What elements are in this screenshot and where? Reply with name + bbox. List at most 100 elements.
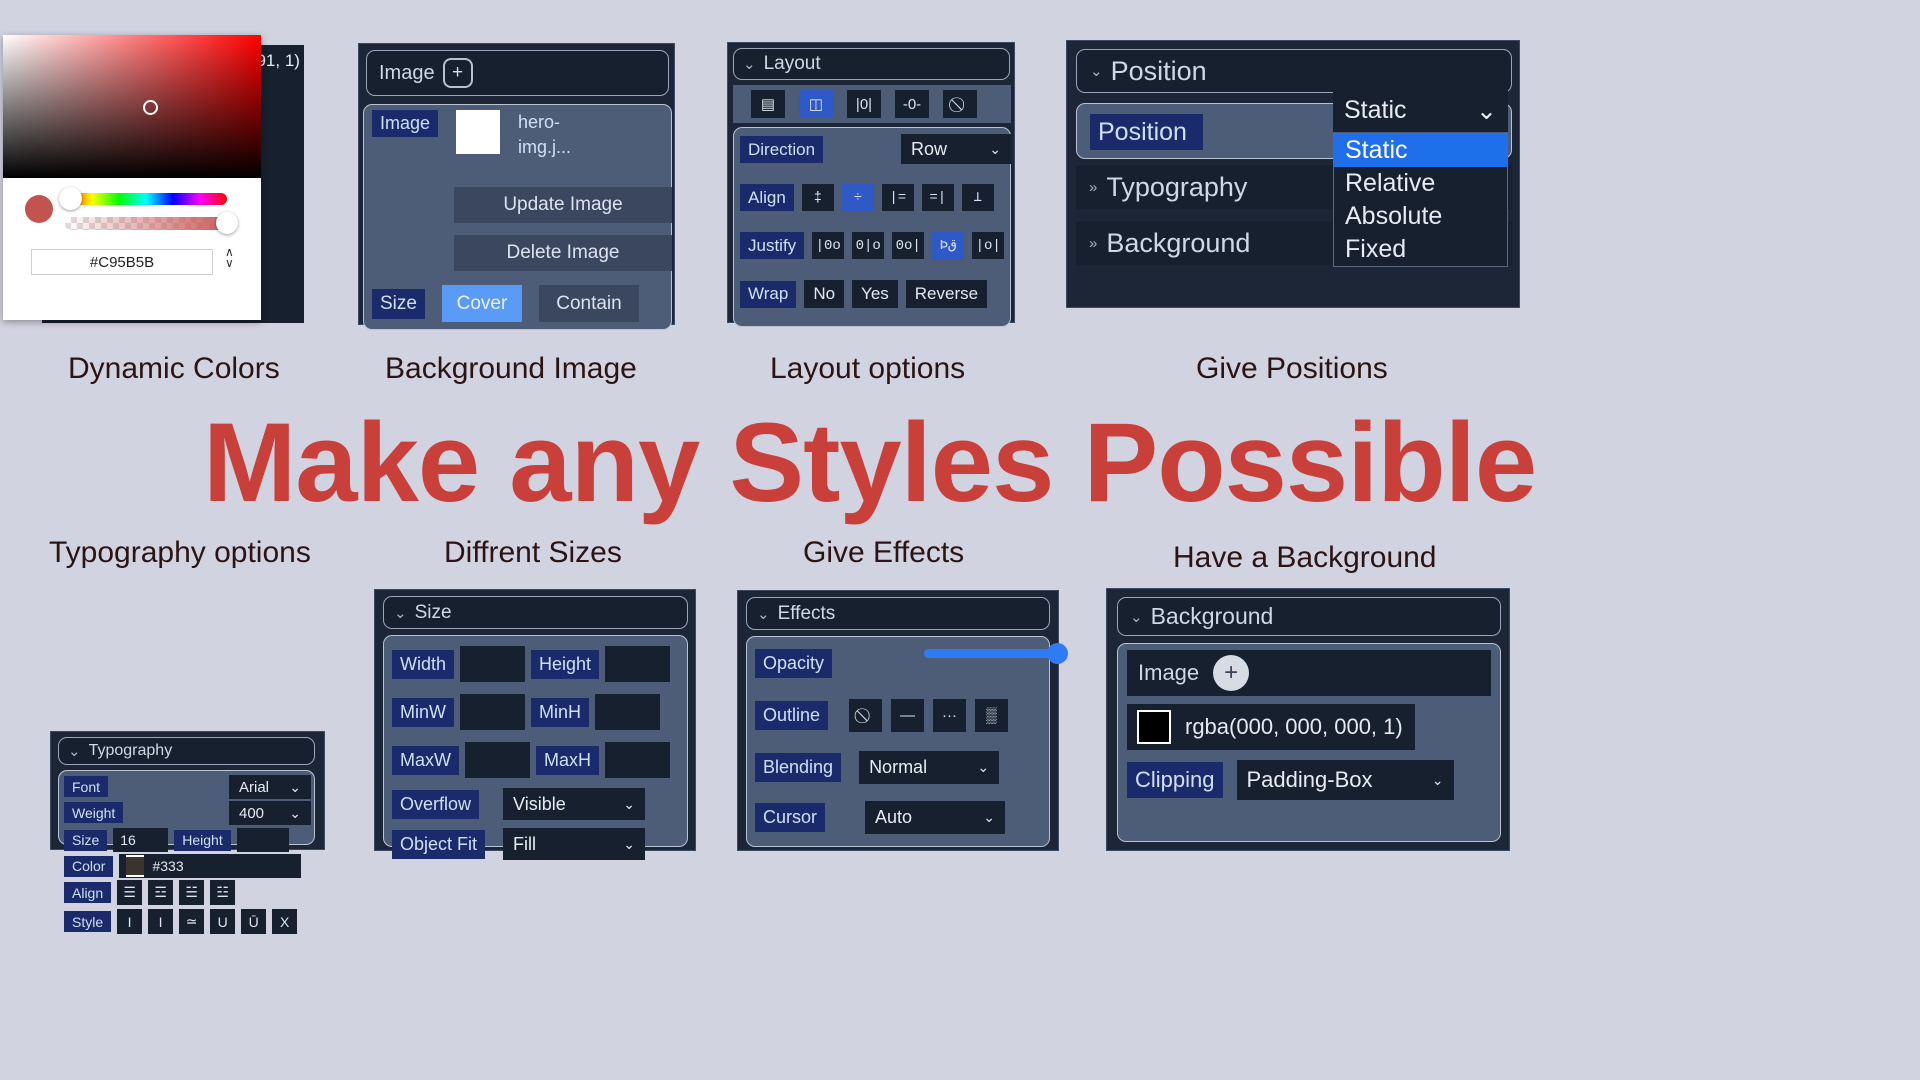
bold-icon[interactable]: I xyxy=(117,909,143,934)
blending-value: Normal xyxy=(869,757,928,777)
width-input[interactable] xyxy=(460,646,526,682)
display-inline-flex-icon[interactable]: |0| xyxy=(847,90,881,118)
saturation-value-handle[interactable] xyxy=(143,100,158,115)
hue-slider-handle[interactable] xyxy=(59,187,82,210)
typography-size-input[interactable]: 16 xyxy=(113,828,169,852)
align-row: Align ‡ ÷ |= =| ⊥ xyxy=(740,184,994,211)
justify-end-icon[interactable]: 0o| xyxy=(892,232,925,259)
maxw-input[interactable] xyxy=(465,742,530,778)
height-input[interactable] xyxy=(605,646,671,682)
background-panel-body: Image + rgba(000, 000, 000, 1) Clipping … xyxy=(1117,643,1501,842)
size-height-row: Size 16 Height xyxy=(64,828,289,852)
outline-dotted-icon[interactable]: ▒ xyxy=(975,699,1009,732)
italic-icon[interactable]: Ι xyxy=(148,909,174,934)
update-image-button[interactable]: Update Image xyxy=(454,187,672,223)
background-color-row[interactable]: rgba(000, 000, 000, 1) xyxy=(1127,704,1415,750)
position-option-static[interactable]: Static xyxy=(1334,134,1507,167)
clear-style-icon[interactable]: X xyxy=(272,909,298,934)
background-panel-header[interactable]: ⌄ Background xyxy=(1117,597,1501,636)
minw-input[interactable] xyxy=(460,694,525,730)
caption-have-a-background: Have a Background xyxy=(1173,541,1437,574)
layout-panel-header[interactable]: ⌄ Layout xyxy=(733,48,1010,80)
hue-slider[interactable] xyxy=(65,193,227,205)
position-option-relative[interactable]: Relative xyxy=(1334,167,1507,200)
strikethrough-icon[interactable]: ≃ xyxy=(179,909,205,934)
chevron-down-icon: ⌄ xyxy=(1476,96,1497,125)
justify-start-icon[interactable]: |0o xyxy=(812,232,845,259)
outline-style-group: ⃠ — ··· ▒ xyxy=(849,699,1009,732)
position-dropdown-list[interactable]: Static Relative Absolute Fixed xyxy=(1333,133,1508,267)
typography-panel: ⌄ Typography Font Arial ⌄ Weight 400 ⌄ S… xyxy=(50,731,325,934)
justify-space-between-icon[interactable]: Þق xyxy=(932,232,965,259)
outline-none-icon[interactable]: ⃠ xyxy=(849,699,883,732)
position-select[interactable]: Static ⌄ xyxy=(1333,89,1508,132)
line-height-input[interactable] xyxy=(236,828,289,852)
overflow-value: Visible xyxy=(513,793,566,814)
color-preview-dot xyxy=(25,195,53,223)
clipping-select[interactable]: Padding-Box ⌄ xyxy=(1236,760,1454,800)
alpha-slider[interactable] xyxy=(65,217,230,230)
chevron-down-icon: ⌄ xyxy=(289,804,301,821)
stepper-down-icon[interactable]: ∨ xyxy=(225,257,234,269)
add-background-image-icon[interactable]: + xyxy=(1213,655,1250,691)
outline-dashed-icon[interactable]: ··· xyxy=(933,699,967,732)
justify-center-icon[interactable]: 0|o xyxy=(852,232,885,259)
image-panel-title: Image xyxy=(379,61,435,84)
position-option-absolute[interactable]: Absolute xyxy=(1334,200,1507,233)
align-right-icon[interactable]: ☱ xyxy=(179,880,205,905)
font-select[interactable]: Arial ⌄ xyxy=(229,775,311,799)
position-panel-header[interactable]: ⌄ Position xyxy=(1076,49,1512,93)
cursor-select[interactable]: Auto ⌄ xyxy=(865,801,1006,834)
saturation-value-area[interactable] xyxy=(3,35,261,178)
weight-select[interactable]: 400 ⌄ xyxy=(229,801,311,825)
align-center-icon[interactable]: ☲ xyxy=(148,880,174,905)
delete-image-button[interactable]: Delete Image xyxy=(454,235,672,271)
align-left-icon[interactable]: ☰ xyxy=(117,880,143,905)
image-thumbnail[interactable] xyxy=(456,110,501,154)
maxh-input[interactable] xyxy=(605,742,671,778)
underline-icon[interactable]: U xyxy=(210,909,236,934)
caption-give-positions: Give Positions xyxy=(1196,352,1388,385)
color-picker-popover[interactable]: #C95B5B ∧ ∨ xyxy=(3,35,261,320)
align-start-icon[interactable]: |= xyxy=(881,184,914,211)
outline-solid-icon[interactable]: — xyxy=(891,699,925,732)
size-contain-button[interactable]: Contain xyxy=(538,285,639,322)
add-image-icon[interactable]: + xyxy=(442,58,473,88)
chevron-down-icon: ⌄ xyxy=(983,809,996,825)
display-inline-icon[interactable]: -0- xyxy=(895,90,929,118)
wrap-reverse-button[interactable]: Reverse xyxy=(905,280,988,308)
effects-panel-header[interactable]: ⌄ Effects xyxy=(746,597,1050,630)
display-none-icon[interactable]: ⃠ xyxy=(943,90,977,118)
image-panel-header[interactable]: Image + xyxy=(366,50,669,96)
justify-space-around-icon[interactable]: |o| xyxy=(972,232,1005,259)
align-end-icon[interactable]: =| xyxy=(921,184,954,211)
hex-stepper[interactable]: ∧ ∨ xyxy=(225,246,234,269)
text-color-field[interactable]: #333 xyxy=(119,854,302,878)
align-baseline-icon[interactable]: ⊥ xyxy=(961,184,994,211)
align-justify-icon[interactable]: ☳ xyxy=(210,880,236,905)
clipping-label: Clipping xyxy=(1127,762,1223,798)
text-color-swatch[interactable] xyxy=(126,855,145,877)
wrap-yes-button[interactable]: Yes xyxy=(852,280,898,308)
align-center-icon[interactable]: ÷ xyxy=(841,184,874,211)
display-block-icon[interactable]: ▤ xyxy=(751,90,785,118)
direction-select[interactable]: Row ⌄ xyxy=(901,134,1011,164)
image-file-row: Image hero-img.j... xyxy=(372,110,606,160)
wrap-no-button[interactable]: No xyxy=(804,280,845,308)
size-cover-button[interactable]: Cover xyxy=(441,285,522,322)
typography-panel-header[interactable]: ⌄ Typography xyxy=(58,737,315,765)
object-fit-select[interactable]: Fill ⌄ xyxy=(503,828,646,860)
alpha-slider-handle[interactable] xyxy=(216,212,238,234)
size-panel-header[interactable]: ⌄ Size xyxy=(383,596,688,629)
position-option-fixed[interactable]: Fixed xyxy=(1334,233,1507,266)
background-color-swatch[interactable] xyxy=(1137,710,1171,744)
display-flex-icon[interactable]: ◫ xyxy=(799,90,833,118)
blending-select[interactable]: Normal ⌄ xyxy=(859,751,1000,784)
align-stretch-icon[interactable]: ‡ xyxy=(801,184,834,211)
minh-input[interactable] xyxy=(595,694,661,730)
overline-icon[interactable]: Ū xyxy=(241,909,267,934)
hex-input[interactable]: #C95B5B xyxy=(31,249,213,275)
opacity-slider[interactable] xyxy=(924,649,1059,658)
overflow-select[interactable]: Visible ⌄ xyxy=(503,788,646,820)
opacity-slider-handle[interactable] xyxy=(1047,643,1068,664)
